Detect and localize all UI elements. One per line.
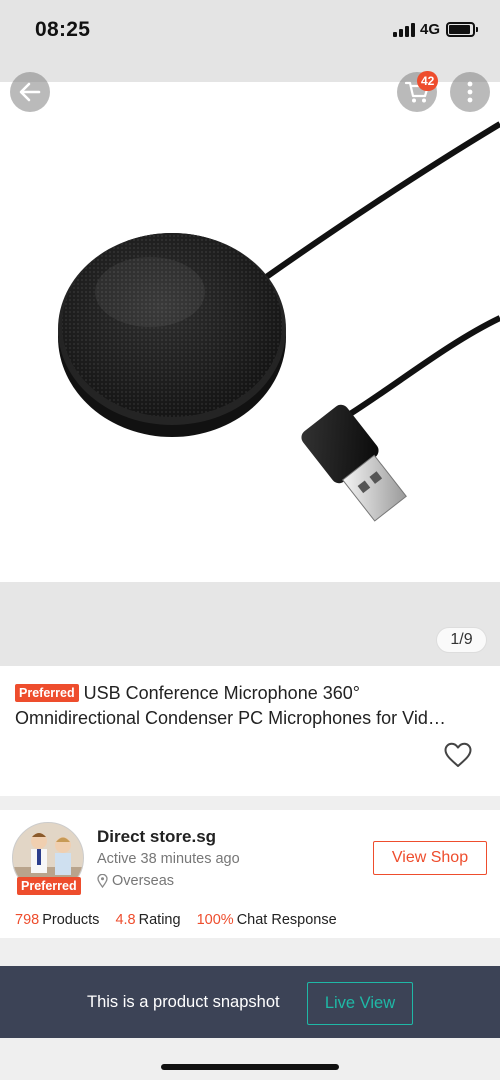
heart-outline-icon[interactable] xyxy=(444,742,472,768)
live-view-button[interactable]: Live View xyxy=(307,982,413,1025)
product-title-line2: Omnidirectional Condenser PC Microphones… xyxy=(15,708,446,728)
status-bar: 08:25 4G xyxy=(0,0,500,82)
preferred-badge: Preferred xyxy=(15,684,79,702)
snapshot-message: This is a product snapshot xyxy=(87,993,280,1011)
cart-count-badge: 42 xyxy=(417,71,439,91)
network-type: 4G xyxy=(420,21,441,38)
battery-icon xyxy=(446,22,478,37)
shop-location-text: Overseas xyxy=(112,873,175,889)
shop-location: Overseas xyxy=(97,873,174,889)
view-shop-button[interactable]: View Shop xyxy=(373,841,487,875)
image-counter: 1/9 xyxy=(436,627,487,653)
back-button[interactable] xyxy=(10,72,50,112)
shop-preferred-badge: Preferred xyxy=(17,877,81,895)
product-image[interactable] xyxy=(0,82,500,582)
gallery-band xyxy=(0,582,500,666)
stat-rating: 4.8 Rating xyxy=(115,912,181,928)
map-pin-icon xyxy=(97,874,108,888)
microphone-illustration xyxy=(58,121,500,522)
arrow-left-icon xyxy=(19,82,41,102)
product-title-line1: USB Conference Microphone 360° xyxy=(83,683,360,703)
shop-active-status: Active 38 minutes ago xyxy=(97,851,240,867)
product-title: Preferred USB Conference Microphone 360° … xyxy=(15,681,487,731)
stat-products: 798 Products xyxy=(15,912,100,928)
signal-icon xyxy=(393,23,415,37)
shop-name[interactable]: Direct store.sg xyxy=(97,827,216,847)
more-vertical-icon xyxy=(467,81,473,103)
shop-stats: 798 Products 4.8 Rating 100% Chat Response xyxy=(15,912,349,928)
home-indicator xyxy=(161,1064,339,1070)
status-time: 08:25 xyxy=(35,18,91,41)
stat-chat-response: 100% Chat Response xyxy=(196,912,337,928)
more-button[interactable] xyxy=(450,72,490,112)
